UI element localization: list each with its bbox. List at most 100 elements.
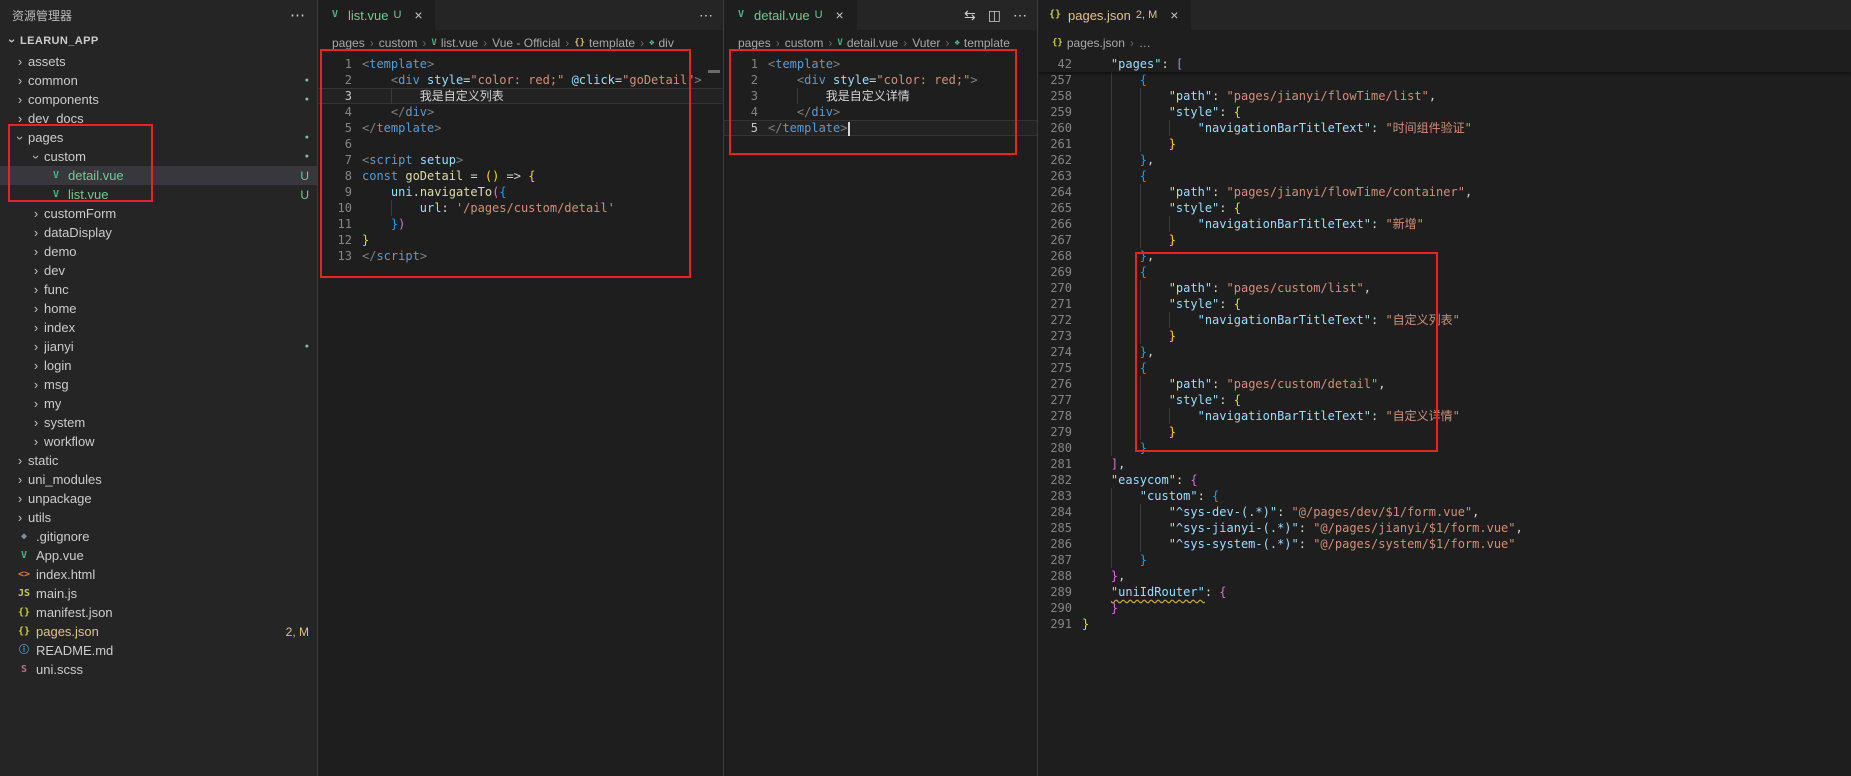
tree-folder-utils[interactable]: ›utils — [0, 508, 317, 527]
tree-file-readme-md[interactable]: ⓘREADME.md — [0, 641, 317, 660]
code-line[interactable]: 267 } — [1038, 232, 1851, 248]
code-line[interactable]: 289 "uniIdRouter": { — [1038, 584, 1851, 600]
editor-tab-list-vue[interactable]: Vlist.vueU× — [318, 0, 436, 30]
code-line[interactable]: 5</template> — [318, 120, 723, 136]
code-line[interactable]: 275 { — [1038, 360, 1851, 376]
tree-folder-customform[interactable]: ›customForm — [0, 204, 317, 223]
code-line[interactable]: 10 url: '/pages/custom/detail' — [318, 200, 723, 216]
code-line[interactable]: 268 }, — [1038, 248, 1851, 264]
tree-folder-components[interactable]: ›components● — [0, 90, 317, 109]
close-icon[interactable]: × — [1166, 7, 1182, 23]
code-line[interactable]: 270 "path": "pages/custom/list", — [1038, 280, 1851, 296]
code-line[interactable]: 280 } — [1038, 440, 1851, 456]
tree-folder-datadisplay[interactable]: ›dataDisplay — [0, 223, 317, 242]
code-line[interactable]: 290 } — [1038, 600, 1851, 616]
code-line[interactable]: 277 "style": { — [1038, 392, 1851, 408]
tree-file-manifest-json[interactable]: {}manifest.json — [0, 603, 317, 622]
split-editor-icon[interactable]: ◫ — [988, 7, 1001, 24]
breadcrumb-item-pages-json[interactable]: {}pages.json — [1052, 36, 1125, 50]
tree-folder-workflow[interactable]: ›workflow — [0, 432, 317, 451]
tree-folder-system[interactable]: ›system — [0, 413, 317, 432]
breadcrumb-item-custom[interactable]: custom — [785, 36, 824, 50]
tree-folder-uni-modules[interactable]: ›uni_modules — [0, 470, 317, 489]
code-line[interactable]: 276 "path": "pages/custom/detail", — [1038, 376, 1851, 392]
editor-tab-pages-json[interactable]: {}pages.json2, M× — [1038, 0, 1192, 30]
code-line[interactable]: 285 "^sys-jianyi-(.*)": "@/pages/jianyi/… — [1038, 520, 1851, 536]
code-line[interactable]: 286 "^sys-system-(.*)": "@/pages/system/… — [1038, 536, 1851, 552]
tree-file-list-vue[interactable]: Vlist.vueU — [0, 185, 317, 204]
workspace-root[interactable]: › LEARUN_APP — [0, 30, 317, 52]
code-line[interactable]: 274 }, — [1038, 344, 1851, 360]
tree-folder-pages[interactable]: ›pages● — [0, 128, 317, 147]
more-actions-icon[interactable]: ⋯ — [699, 7, 713, 24]
code-line[interactable]: 9 uni.navigateTo({ — [318, 184, 723, 200]
code-line[interactable]: 261 } — [1038, 136, 1851, 152]
breadcrumb-item-template[interactable]: ❖template — [954, 36, 1009, 50]
code-line[interactable]: 42 "pages": [ — [1038, 56, 1851, 72]
code-line[interactable]: 1<template> — [318, 56, 723, 72]
code-line[interactable]: 5</template> — [724, 120, 1037, 136]
code-line[interactable]: 257 { — [1038, 72, 1851, 88]
code-line[interactable]: 291} — [1038, 616, 1851, 632]
breadcrumb-item-[interactable]: … — [1139, 36, 1151, 50]
code-line[interactable]: 264 "path": "pages/jianyi/flowTime/conta… — [1038, 184, 1851, 200]
tree-folder-index[interactable]: ›index — [0, 318, 317, 337]
tree-folder-static[interactable]: ›static — [0, 451, 317, 470]
code-line[interactable]: 269 { — [1038, 264, 1851, 280]
tree-folder-assets[interactable]: ›assets — [0, 52, 317, 71]
breadcrumb-item-vuter[interactable]: Vuter — [912, 36, 940, 50]
code-line[interactable]: 2 <div style="color: red;"> — [724, 72, 1037, 88]
code-line[interactable]: 7<script setup> — [318, 152, 723, 168]
code-line[interactable]: 263 { — [1038, 168, 1851, 184]
breadcrumb-item-pages[interactable]: pages — [332, 36, 365, 50]
code-line[interactable]: 281 ], — [1038, 456, 1851, 472]
code-line[interactable]: 4 </div> — [724, 104, 1037, 120]
code-line[interactable]: 12} — [318, 232, 723, 248]
code-line[interactable]: 272 "navigationBarTitleText": "自定义列表" — [1038, 312, 1851, 328]
code-editor[interactable]: 42 "pages": [257 {258 "path": "pages/jia… — [1038, 56, 1851, 776]
tree-folder-dev-docs[interactable]: ›dev_docs — [0, 109, 317, 128]
code-line[interactable]: 1<template> — [724, 56, 1037, 72]
tree-file-index-html[interactable]: <>index.html — [0, 565, 317, 584]
code-line[interactable]: 11 }) — [318, 216, 723, 232]
code-line[interactable]: 3 我是自定义详情 — [724, 88, 1037, 104]
breadcrumb-item-vue-official[interactable]: Vue - Official — [492, 36, 560, 50]
code-line[interactable]: 2 <div style="color: red;" @click="goDet… — [318, 72, 723, 88]
breadcrumb-item-custom[interactable]: custom — [379, 36, 418, 50]
tree-file-pages-json[interactable]: {}pages.json2, M — [0, 622, 317, 641]
code-editor[interactable]: 1<template>2 <div style="color: red;" @c… — [318, 56, 723, 776]
code-line[interactable]: 273 } — [1038, 328, 1851, 344]
tree-folder-custom[interactable]: ›custom● — [0, 147, 317, 166]
code-line[interactable]: 6 — [318, 136, 723, 152]
code-line[interactable]: 271 "style": { — [1038, 296, 1851, 312]
close-icon[interactable]: × — [410, 7, 426, 23]
code-line[interactable]: 4 </div> — [318, 104, 723, 120]
code-line[interactable]: 278 "navigationBarTitleText": "自定义详情" — [1038, 408, 1851, 424]
code-line[interactable]: 287 } — [1038, 552, 1851, 568]
code-line[interactable]: 282 "easycom": { — [1038, 472, 1851, 488]
tree-folder-common[interactable]: ›common● — [0, 71, 317, 90]
tree-file-main-js[interactable]: JSmain.js — [0, 584, 317, 603]
breadcrumb-item-detail-vue[interactable]: Vdetail.vue — [837, 36, 898, 50]
tree-folder-my[interactable]: ›my — [0, 394, 317, 413]
tree-folder-home[interactable]: ›home — [0, 299, 317, 318]
code-line[interactable]: 265 "style": { — [1038, 200, 1851, 216]
tree-file-gitignore[interactable]: ◆.gitignore — [0, 527, 317, 546]
code-line[interactable]: 259 "style": { — [1038, 104, 1851, 120]
code-line[interactable]: 262 }, — [1038, 152, 1851, 168]
breadcrumb-item-pages[interactable]: pages — [738, 36, 771, 50]
code-line[interactable]: 288 }, — [1038, 568, 1851, 584]
code-line[interactable]: 283 "custom": { — [1038, 488, 1851, 504]
code-line[interactable]: 284 "^sys-dev-(.*)": "@/pages/dev/$1/for… — [1038, 504, 1851, 520]
breadcrumb-item-list-vue[interactable]: Vlist.vue — [431, 36, 478, 50]
tree-file-app-vue[interactable]: VApp.vue — [0, 546, 317, 565]
code-line[interactable]: 260 "navigationBarTitleText": "时间组件验证" — [1038, 120, 1851, 136]
tree-folder-dev[interactable]: ›dev — [0, 261, 317, 280]
tree-folder-demo[interactable]: ›demo — [0, 242, 317, 261]
more-actions-icon[interactable]: ⋯ — [290, 6, 305, 24]
code-line[interactable]: 3 我是自定义列表 — [318, 88, 723, 104]
code-line[interactable]: 258 "path": "pages/jianyi/flowTime/list"… — [1038, 88, 1851, 104]
tree-folder-msg[interactable]: ›msg — [0, 375, 317, 394]
tree-folder-unpackage[interactable]: ›unpackage — [0, 489, 317, 508]
tree-folder-login[interactable]: ›login — [0, 356, 317, 375]
